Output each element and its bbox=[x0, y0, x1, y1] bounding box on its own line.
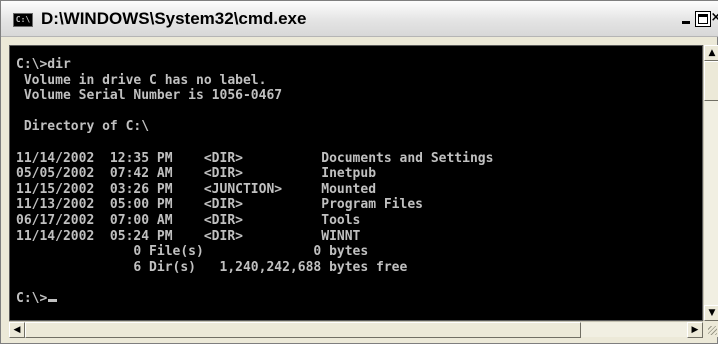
resize-grip-icon[interactable] bbox=[703, 321, 718, 337]
console-line: 6 Dir(s) 1,240,242,688 bytes free bbox=[16, 259, 408, 275]
maximize-icon bbox=[698, 14, 708, 24]
console-line: Volume in drive C has no label. bbox=[16, 72, 267, 88]
arrow-left-icon: ◀ bbox=[13, 325, 21, 335]
close-icon: × bbox=[710, 10, 718, 25]
horizontal-scrollbar[interactable]: ◀ ▶ bbox=[9, 321, 703, 338]
title-bar[interactable]: C:\ D:\WINDOWS\System32\cmd.exe × bbox=[1, 1, 718, 37]
console-output[interactable]: C:\>dir Volume in drive C has no label. … bbox=[9, 45, 703, 321]
console-line: Directory of C:\ bbox=[16, 119, 150, 135]
console-line: Volume Serial Number is 1056-0467 bbox=[16, 88, 283, 104]
arrow-right-icon: ▶ bbox=[691, 325, 699, 335]
horizontal-scroll-thumb[interactable] bbox=[25, 322, 581, 338]
console-icon-glyph: C:\ bbox=[15, 15, 31, 24]
prompt-line[interactable]: C:\> bbox=[16, 291, 702, 307]
command-prompt: C:\> bbox=[16, 290, 48, 306]
console-line: 11/14/2002 05:24 PM <DIR> WINNT bbox=[16, 228, 361, 244]
console-line: C:\>dir bbox=[16, 57, 71, 72]
arrow-up-icon: ▲ bbox=[708, 48, 716, 58]
minimize-button[interactable] bbox=[679, 11, 695, 27]
console-line: 06/17/2002 07:00 AM <DIR> Tools bbox=[16, 212, 361, 228]
text-cursor bbox=[48, 298, 58, 302]
console-line: 11/14/2002 12:35 PM <DIR> Documents and … bbox=[16, 150, 494, 166]
console-line: 05/05/2002 07:42 AM <DIR> Inetpub bbox=[16, 166, 377, 182]
window-title: D:\WINDOWS\System32\cmd.exe bbox=[41, 9, 307, 28]
vertical-scroll-thumb[interactable] bbox=[704, 61, 718, 101]
vertical-scrollbar[interactable]: ▲ ▼ bbox=[703, 45, 718, 321]
scroll-left-button[interactable]: ◀ bbox=[9, 322, 25, 338]
scroll-right-button[interactable]: ▶ bbox=[687, 322, 703, 338]
arrow-down-icon: ▼ bbox=[708, 308, 716, 318]
close-button[interactable]: × bbox=[710, 11, 718, 27]
minimize-icon bbox=[682, 21, 690, 24]
scroll-up-button[interactable]: ▲ bbox=[704, 45, 718, 61]
console-line: 11/15/2002 03:26 PM <JUNCTION> Mounted bbox=[16, 181, 377, 197]
console-window-icon[interactable]: C:\ bbox=[13, 13, 33, 27]
console-line: 0 File(s) 0 bytes bbox=[16, 244, 369, 260]
scroll-down-button[interactable]: ▼ bbox=[704, 305, 718, 321]
cmd-window: C:\ D:\WINDOWS\System32\cmd.exe × C:\>di… bbox=[0, 0, 718, 344]
console-line: 11/13/2002 05:00 PM <DIR> Program Files bbox=[16, 197, 423, 213]
maximize-button[interactable] bbox=[695, 11, 711, 27]
